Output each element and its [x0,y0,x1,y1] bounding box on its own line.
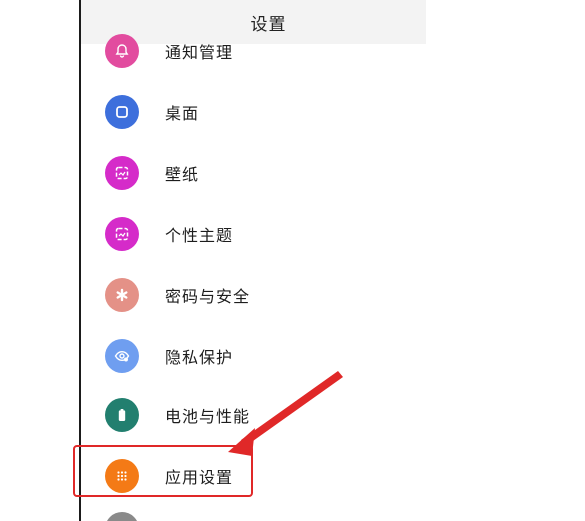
settings-item-label: 隐私保护 [165,347,234,367]
wallpaper-icon [105,155,139,190]
settings-item-label: 通知管理 [165,42,234,62]
settings-item-password-security[interactable]: 密码与安全 [81,264,426,325]
settings-item-label: 壁纸 [165,164,200,184]
settings-item-label: 应用设置 [165,467,234,487]
settings-item-label: 个性主题 [165,225,234,245]
square-icon [105,94,139,129]
theme-icon [105,216,139,251]
canvas: 设置 通知管理 桌面 壁纸 个性主题 密码与安全 隐私保护 电池与性能 应用设置 [0,0,585,521]
settings-item-wallpaper[interactable]: 壁纸 [81,142,426,203]
settings-screen: 设置 通知管理 桌面 壁纸 个性主题 密码与安全 隐私保护 电池与性能 应用设置 [81,0,426,521]
settings-item-themes[interactable]: 个性主题 [81,203,426,264]
asterisk-icon [105,277,139,312]
settings-item-label: 密码与安全 [165,286,251,306]
next-item-icon [105,512,139,521]
battery-icon [105,397,139,432]
bell-icon [105,33,139,68]
settings-item-privacy[interactable]: 隐私保护 [81,325,426,386]
settings-item-desktop[interactable]: 桌面 [81,81,426,142]
settings-item-label: 桌面 [165,103,200,123]
settings-item-battery[interactable]: 电池与性能 [81,384,426,445]
settings-item-app-settings[interactable]: 应用设置 [81,445,426,506]
eye-icon [105,338,139,373]
grid-icon [105,458,139,493]
settings-item-notifications[interactable]: 通知管理 [81,20,426,81]
settings-item-label: 电池与性能 [165,406,251,426]
